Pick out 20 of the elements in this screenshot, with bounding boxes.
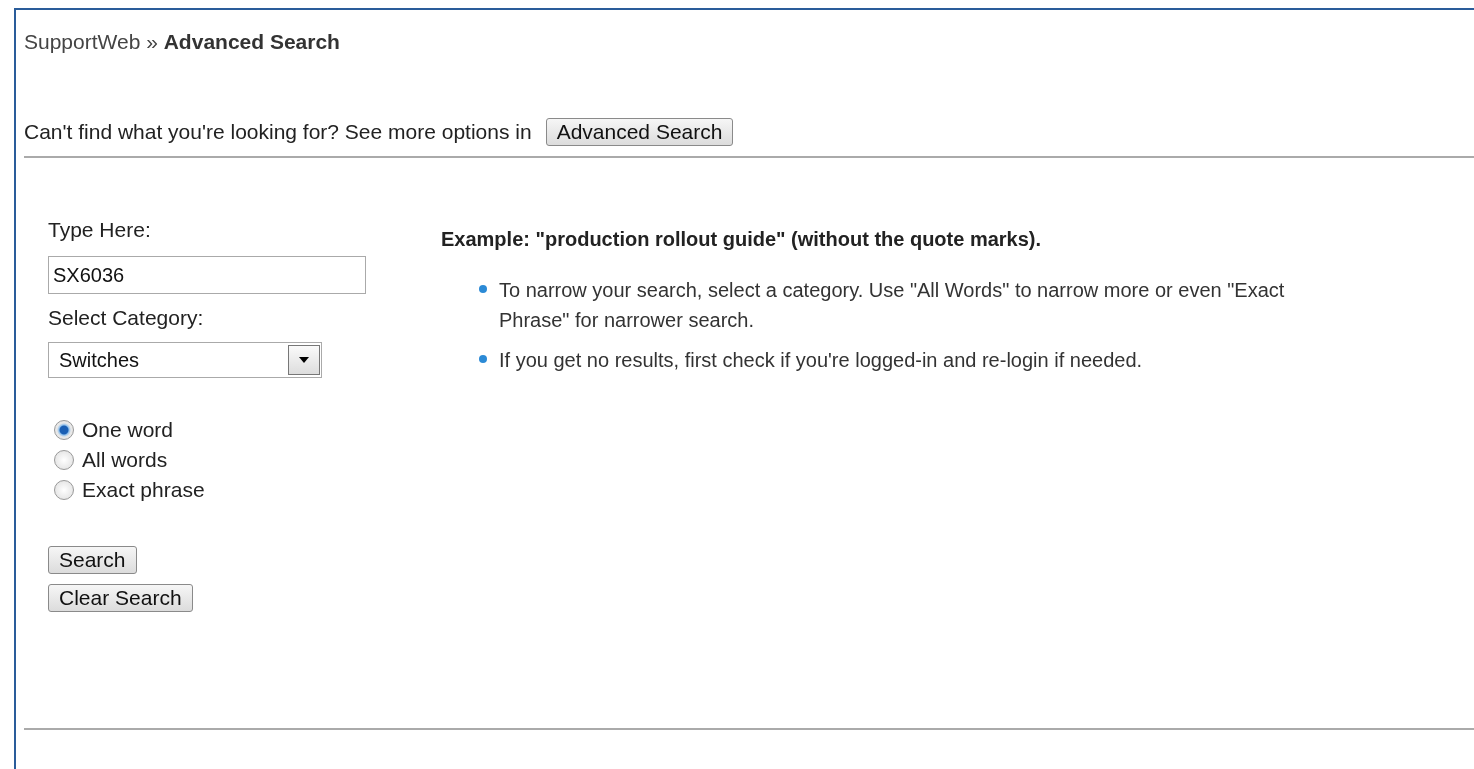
radio-label: Exact phrase bbox=[82, 478, 205, 502]
prompt-text: Can't find what you're looking for? See more options in bbox=[24, 120, 532, 144]
field-label: Type Here: bbox=[48, 218, 151, 242]
breadcrumb: SupportWeb » Advanced Search bbox=[24, 29, 341, 54]
advanced-search-button[interactable]: Advanced Search bbox=[545, 118, 734, 146]
tip-text: If you get no results, first check if you're logged-in and re-login if needed. bbox=[499, 348, 1143, 373]
radio-label: All words bbox=[82, 448, 168, 472]
example-text: Example: "production rollout guide" (without the quote marks). bbox=[441, 228, 1043, 251]
bullet-icon bbox=[479, 355, 487, 363]
search-field[interactable]: SX6036 bbox=[48, 256, 366, 294]
radio-button[interactable] bbox=[54, 450, 74, 470]
tip-text: To narrow your search, select a category. Use "All Words" to narrow more or even "Exact Phrase" for narrower search. bbox=[499, 278, 1286, 333]
bullet-icon bbox=[479, 285, 487, 293]
form-button[interactable]: Clear Search bbox=[48, 584, 193, 612]
category-dropdown[interactable]: Switches bbox=[48, 342, 322, 378]
radio-button[interactable] bbox=[54, 420, 74, 440]
radio-label: One word bbox=[82, 418, 174, 442]
form-button[interactable]: Search bbox=[48, 546, 137, 574]
field-label: Select Category: bbox=[48, 306, 204, 330]
radio-button[interactable] bbox=[54, 480, 74, 500]
